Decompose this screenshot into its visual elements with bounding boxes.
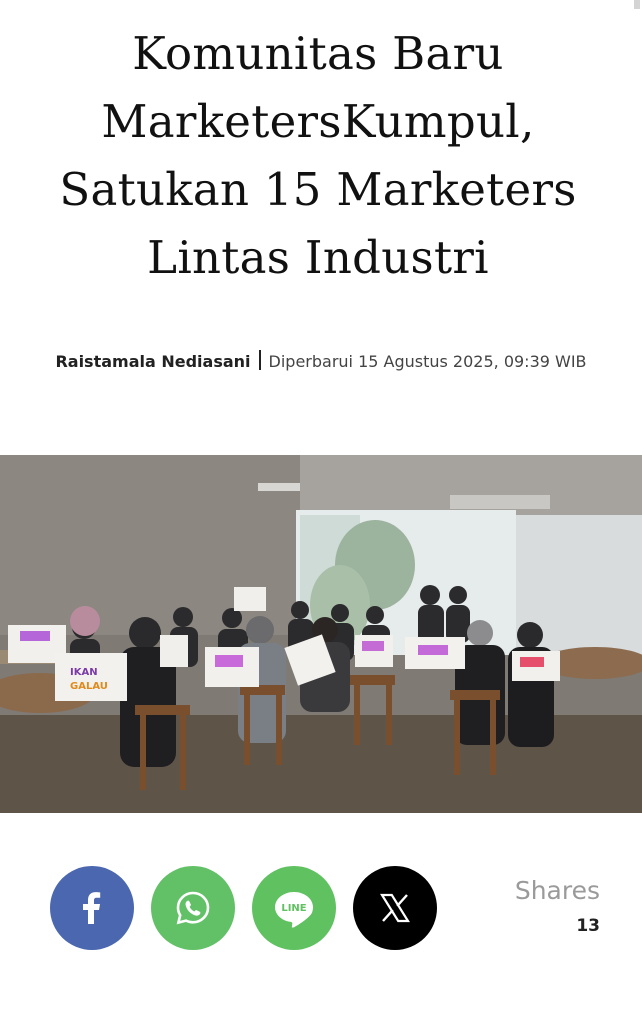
line-icon: LINE	[275, 892, 313, 928]
byline-divider	[258, 350, 261, 370]
share-line-button[interactable]: LINE	[252, 866, 336, 950]
shares-label: Shares	[514, 876, 600, 905]
share-whatsapp-button[interactable]	[151, 866, 235, 950]
bag-print-1: IKAN	[70, 667, 98, 678]
hero-image: IKAN GALAU	[0, 455, 642, 813]
line-icon-text: LINE	[281, 903, 306, 914]
share-facebook-button[interactable]	[50, 866, 134, 950]
author-name[interactable]: Raistamala Nediasani	[55, 352, 250, 371]
bag-print-2: GALAU	[70, 681, 108, 692]
shares-count: 13	[576, 916, 600, 936]
article-headline: Komunitas Baru MarketersKumpul, Satukan …	[59, 27, 577, 284]
article-byline: Raistamala Nediasani Diperbarui 15 Agustu…	[40, 348, 602, 375]
publish-date: Diperbarui 15 Agustus 2025, 09:39 WIB	[268, 352, 587, 371]
whatsapp-icon	[176, 891, 210, 925]
share-x-button[interactable]	[353, 866, 437, 950]
group-photo: IKAN GALAU	[0, 455, 642, 813]
facebook-icon	[83, 892, 101, 924]
scrollbar-thumb[interactable]	[634, 0, 640, 9]
x-icon	[380, 893, 410, 923]
